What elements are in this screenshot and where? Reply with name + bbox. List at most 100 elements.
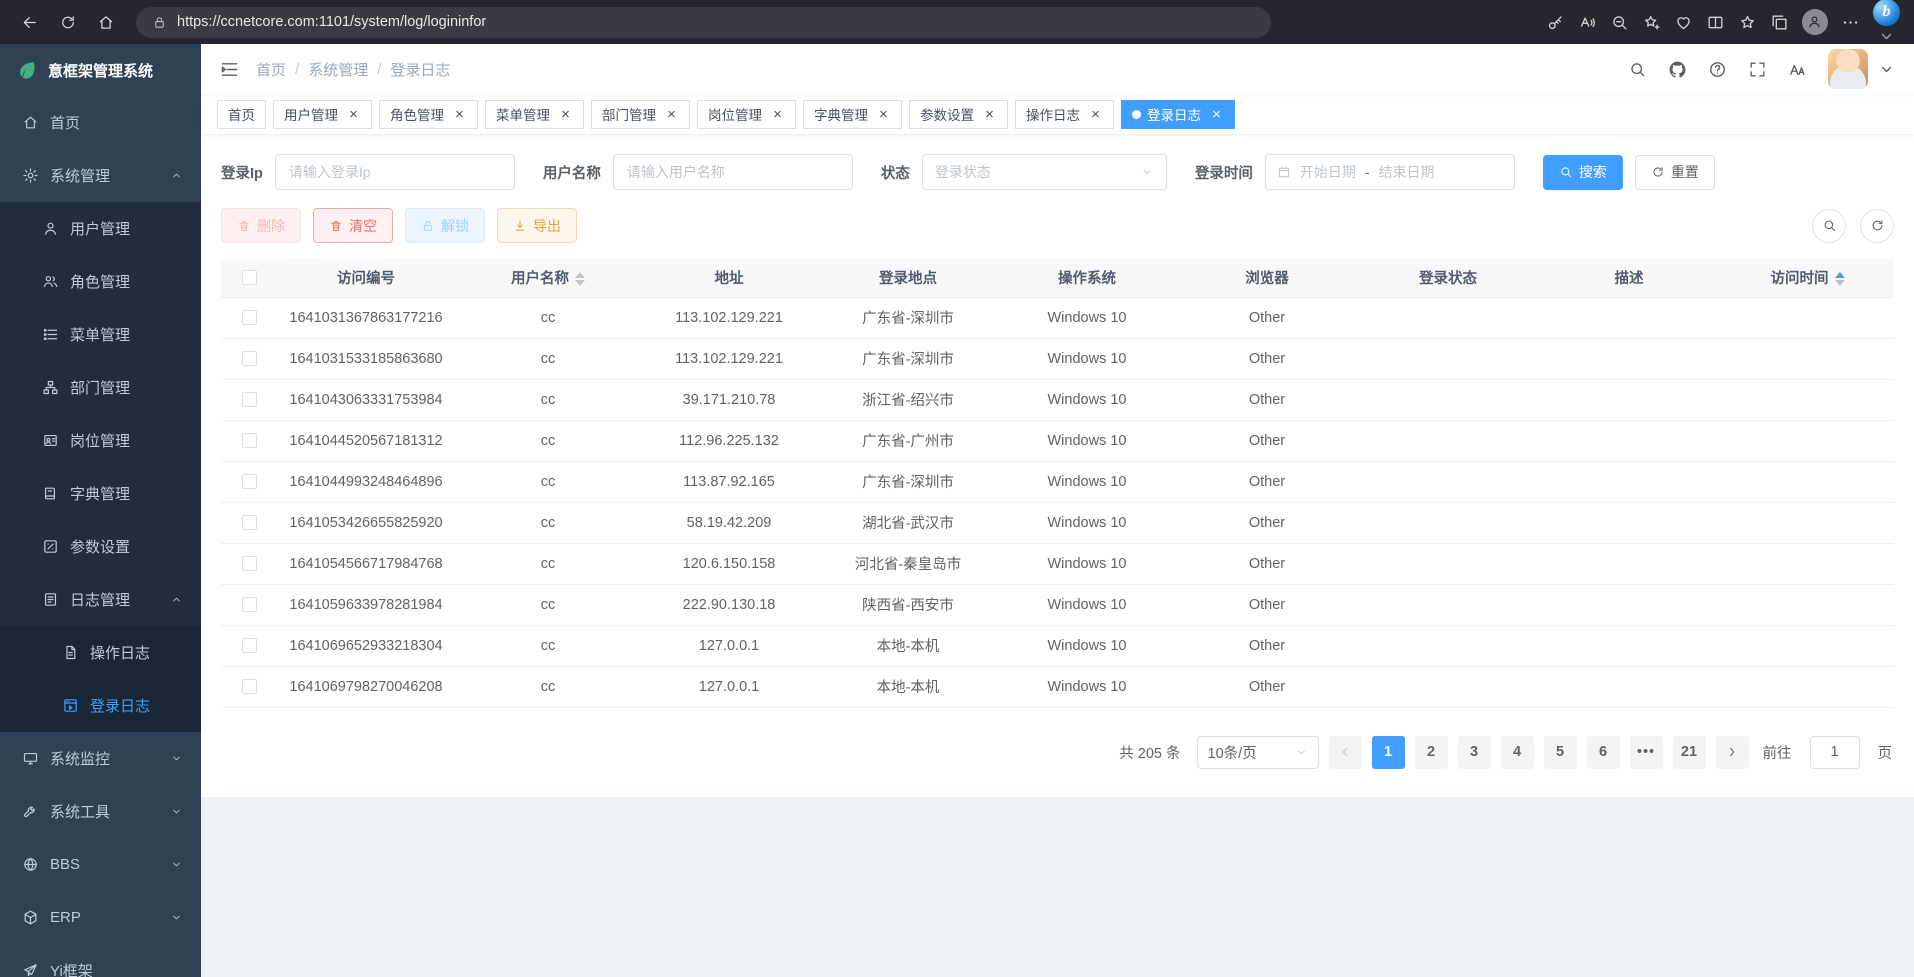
prev-page-button[interactable] — [1329, 736, 1362, 769]
sidebar-item-system-mgmt[interactable]: 系统管理 — [0, 149, 201, 202]
row-checkbox[interactable] — [242, 474, 257, 489]
user-avatar[interactable] — [1828, 49, 1868, 89]
user-menu-caret-icon[interactable] — [1877, 60, 1896, 79]
row-checkbox[interactable] — [242, 597, 257, 612]
page-ellipsis[interactable]: ••• — [1630, 736, 1663, 769]
sidebar-item-yi-framework[interactable]: Yi框架 — [0, 944, 201, 977]
tab-role-mgmt[interactable]: 角色管理× — [379, 100, 478, 129]
sidebar-item-bbs[interactable]: BBS — [0, 838, 201, 891]
close-tab-icon[interactable]: × — [982, 107, 997, 122]
user-name-input[interactable] — [613, 154, 853, 190]
close-tab-icon[interactable]: × — [1088, 107, 1103, 122]
refresh-button[interactable] — [52, 6, 84, 38]
sidebar-item-login-log[interactable]: 登录日志 — [0, 679, 201, 732]
column-header-time[interactable]: 访问时间 — [1721, 259, 1894, 297]
favorites-icon[interactable] — [1738, 13, 1757, 32]
export-button[interactable]: 导出 — [497, 208, 577, 243]
sidebar-item-system-monitor[interactable]: 系统监控 — [0, 732, 201, 785]
close-tab-icon[interactable]: × — [558, 107, 573, 122]
collections-icon[interactable] — [1770, 13, 1789, 32]
password-key-icon[interactable] — [1546, 13, 1565, 32]
row-checkbox[interactable] — [242, 515, 257, 530]
tab-post-mgmt[interactable]: 岗位管理× — [697, 100, 796, 129]
tab-param-settings[interactable]: 参数设置× — [909, 100, 1008, 129]
row-checkbox[interactable] — [242, 679, 257, 694]
font-size-icon[interactable] — [1788, 60, 1807, 79]
close-tab-icon[interactable]: × — [1209, 107, 1224, 122]
copilot-button[interactable]: b — [1873, 0, 1900, 46]
page-button-1[interactable]: 1 — [1372, 736, 1405, 769]
sidebar-item-post-mgmt[interactable]: 岗位管理 — [0, 414, 201, 467]
sidebar-item-operation-log[interactable]: 操作日志 — [0, 626, 201, 679]
back-button[interactable] — [14, 6, 46, 38]
page-button-4[interactable]: 4 — [1501, 736, 1534, 769]
split-screen-icon[interactable] — [1706, 13, 1725, 32]
sidebar-item-system-tools[interactable]: 系统工具 — [0, 785, 201, 838]
close-tab-icon[interactable]: × — [664, 107, 679, 122]
tab-operation-log[interactable]: 操作日志× — [1015, 100, 1114, 129]
tab-home[interactable]: 首页 — [217, 100, 266, 129]
sidebar-item-menu-mgmt[interactable]: 菜单管理 — [0, 308, 201, 361]
tab-dict-mgmt[interactable]: 字典管理× — [803, 100, 902, 129]
close-tab-icon[interactable]: × — [876, 107, 891, 122]
home-button[interactable] — [90, 6, 122, 38]
page-size-select[interactable]: 10条/页 — [1197, 736, 1319, 769]
zoom-icon[interactable] — [1610, 13, 1629, 32]
sort-caret-icon[interactable] — [1835, 272, 1845, 286]
refresh-table-button[interactable] — [1860, 209, 1894, 243]
row-checkbox[interactable] — [242, 433, 257, 448]
login-ip-input[interactable] — [275, 154, 515, 190]
github-icon[interactable] — [1668, 60, 1687, 79]
sidebar-item-dept-mgmt[interactable]: 部门管理 — [0, 361, 201, 414]
breadcrumb-system-mgmt[interactable]: 系统管理 — [308, 59, 368, 80]
select-all-checkbox[interactable] — [242, 270, 257, 285]
header-search-icon[interactable] — [1628, 60, 1647, 79]
sidebar-item-role-mgmt[interactable]: 角色管理 — [0, 255, 201, 308]
tab-dept-mgmt[interactable]: 部门管理× — [591, 100, 690, 129]
tab-menu-mgmt[interactable]: 菜单管理× — [485, 100, 584, 129]
browser-profile-avatar[interactable] — [1802, 9, 1828, 35]
url-bar[interactable]: https://ccnetcore.com:1101/system/log/lo… — [136, 7, 1271, 38]
app-logo[interactable]: 意框架管理系统 — [0, 44, 201, 96]
sidebar-item-home[interactable]: 首页 — [0, 96, 201, 149]
page-button-3[interactable]: 3 — [1458, 736, 1491, 769]
help-icon[interactable] — [1708, 60, 1727, 79]
clear-button[interactable]: 清空 — [313, 208, 393, 243]
search-button[interactable]: 搜索 — [1543, 155, 1623, 190]
login-time-range-picker[interactable]: 开始日期 - 结束日期 — [1265, 154, 1515, 190]
row-checkbox[interactable] — [242, 392, 257, 407]
sort-caret-icon[interactable] — [575, 272, 585, 286]
close-tab-icon[interactable]: × — [770, 107, 785, 122]
next-page-button[interactable] — [1716, 736, 1749, 769]
sidebar-item-dict-mgmt[interactable]: 字典管理 — [0, 467, 201, 520]
tab-login-log[interactable]: 登录日志× — [1121, 100, 1235, 129]
goto-page-input[interactable] — [1810, 736, 1860, 769]
more-menu-icon[interactable] — [1841, 13, 1860, 32]
tab-user-mgmt[interactable]: 用户管理× — [273, 100, 372, 129]
close-tab-icon[interactable]: × — [452, 107, 467, 122]
page-button-2[interactable]: 2 — [1415, 736, 1448, 769]
row-checkbox[interactable] — [242, 638, 257, 653]
browser-essentials-icon[interactable] — [1674, 13, 1693, 32]
delete-button[interactable]: 删除 — [221, 208, 301, 243]
page-button-21[interactable]: 21 — [1673, 736, 1706, 769]
row-checkbox[interactable] — [242, 556, 257, 571]
unlock-button[interactable]: 解锁 — [405, 208, 485, 243]
breadcrumb-home[interactable]: 首页 — [256, 59, 286, 80]
reset-button[interactable]: 重置 — [1635, 155, 1715, 190]
status-select[interactable]: 登录状态 — [922, 154, 1167, 190]
toggle-search-button[interactable] — [1812, 209, 1846, 243]
column-header-user[interactable]: 用户名称 — [455, 259, 641, 297]
sidebar-toggle-icon[interactable] — [219, 59, 240, 80]
sidebar-item-log-mgmt[interactable]: 日志管理 — [0, 573, 201, 626]
add-favorite-icon[interactable] — [1642, 13, 1661, 32]
row-checkbox[interactable] — [242, 310, 257, 325]
fullscreen-icon[interactable] — [1748, 60, 1767, 79]
sidebar-item-param-settings[interactable]: 参数设置 — [0, 520, 201, 573]
page-button-5[interactable]: 5 — [1544, 736, 1577, 769]
row-checkbox[interactable] — [242, 351, 257, 366]
sidebar-item-erp[interactable]: ERP — [0, 891, 201, 944]
page-button-6[interactable]: 6 — [1587, 736, 1620, 769]
sidebar-item-user-mgmt[interactable]: 用户管理 — [0, 202, 201, 255]
read-aloud-icon[interactable] — [1578, 13, 1597, 32]
